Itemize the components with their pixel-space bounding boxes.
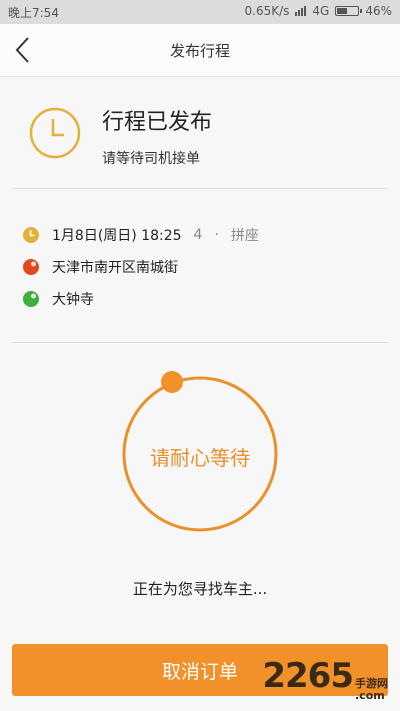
origin-row: 天津市南开区南城街	[22, 257, 178, 277]
seat-count: 4	[193, 227, 203, 243]
trip-published-title: 行程已发布	[102, 110, 213, 135]
network-speed: 0.65K/s	[244, 4, 290, 18]
nav-bar: 发布行程	[0, 24, 400, 77]
page-title: 发布行程	[169, 42, 230, 60]
time-dot-icon	[23, 227, 39, 243]
wifi-signal-icon	[295, 6, 307, 16]
status-indicators: 0.65K/s 4G 46%	[245, 4, 393, 18]
waiting-indicator: 请耐心等待	[116, 370, 284, 538]
waiting-label: 请耐心等待	[150, 446, 250, 470]
destination-address: 大钟寺	[52, 292, 94, 308]
battery-icon	[335, 6, 363, 16]
clock-icon	[29, 107, 81, 159]
destination-row: 大钟寺	[22, 289, 94, 309]
origin-address: 天津市南开区南城街	[52, 260, 178, 276]
destination-dot-icon	[23, 291, 39, 307]
origin-dot-icon	[23, 259, 39, 275]
meta-separator: ·	[214, 227, 219, 243]
cancel-order-button[interactable]: 取消订单	[12, 644, 388, 696]
network-type: 4G	[312, 4, 330, 18]
trip-published-subtitle: 请等待司机接单	[102, 151, 200, 167]
trip-time: 1月8日(周日) 18:25	[52, 228, 182, 244]
searching-status: 正在为您寻找车主...	[132, 580, 268, 598]
battery-level	[337, 8, 347, 14]
battery-percent: 46%	[365, 4, 392, 18]
ride-type: 拼座	[230, 228, 259, 244]
divider	[12, 342, 388, 343]
divider	[12, 188, 388, 189]
status-time: 晚上7:54	[8, 6, 59, 20]
status-bar: 晚上7:54 0.65K/s 4G 46%	[0, 0, 400, 24]
trip-time-row: 1月8日(周日) 18:25 4 · 拼座	[22, 225, 259, 245]
